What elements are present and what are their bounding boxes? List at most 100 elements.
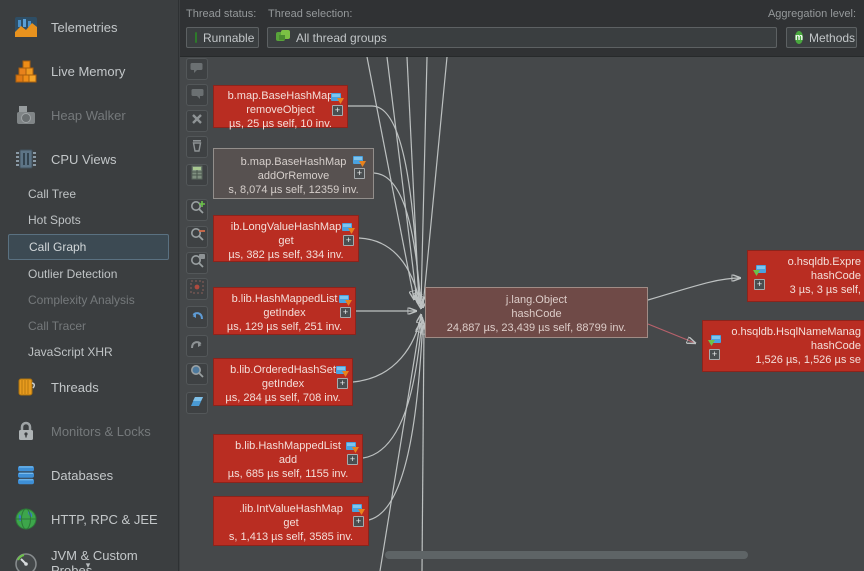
sidebar-item-label: Call Tree (28, 187, 76, 201)
sidebar-item-call-tree[interactable]: Call Tree (0, 181, 178, 207)
expand-callees-icon[interactable] (338, 293, 352, 305)
expand-plus-button[interactable]: + (354, 168, 365, 179)
aggregation-level-label: Aggregation level: (768, 8, 856, 20)
sidebar-item-databases[interactable]: Databases (0, 453, 178, 497)
threads-icon (13, 374, 39, 400)
expand-plus-button[interactable]: + (340, 307, 351, 318)
expand-plus-button[interactable]: + (709, 349, 720, 360)
sidebar-item-live-memory[interactable]: Live Memory (0, 49, 178, 93)
node-stats: µs, 685 µs self, 1155 inv. (214, 467, 362, 481)
sidebar-item-heap-walker: Heap Walker (0, 93, 178, 137)
graph-node-expression-hashcode[interactable]: o.hsqldb.Expre hashCode 3 µs, 3 µs self,… (747, 250, 864, 302)
sidebar-item-label: JVM & Custom Probes (51, 548, 178, 571)
node-class: b.lib.HashMappedList (214, 292, 355, 306)
node-class: b.map.BaseHashMap (214, 155, 373, 169)
sidebar-item-threads[interactable]: Threads (0, 365, 178, 409)
graph-node-object-hashcode[interactable]: j.lang.Object hashCode 24,887 µs, 23,439… (425, 287, 648, 338)
sidebar-item-javascript-xhr[interactable]: JavaScript XHR (0, 339, 178, 365)
cpu-views-icon (13, 146, 39, 172)
thread-status-select[interactable]: Runnable (186, 27, 259, 48)
sidebar-scroll-down-icon[interactable]: ▾ (78, 561, 98, 571)
expand-plus-button[interactable]: + (343, 235, 354, 246)
sidebar-item-label: Hot Spots (28, 213, 81, 227)
node-class: o.hsqldb.HsqlNameManag (703, 325, 864, 339)
sidebar: Telemetries Live Memory Heap Walker (0, 0, 179, 571)
thread-selection-select[interactable]: All thread groups (267, 27, 777, 48)
node-class: b.lib.HashMappedList (214, 439, 362, 453)
expand-plus-button[interactable]: + (754, 279, 765, 290)
live-memory-icon (13, 58, 39, 84)
globe-icon (13, 506, 39, 532)
expand-plus-button[interactable]: + (337, 378, 348, 389)
sidebar-item-label: CPU Views (51, 152, 117, 167)
expand-plus-button[interactable]: + (332, 105, 343, 116)
zoom-in-icon (189, 199, 206, 221)
expand-callees-icon[interactable] (352, 154, 366, 166)
thread-status-label: Thread status: (186, 8, 256, 20)
sidebar-item-complexity-analysis: Complexity Analysis (0, 287, 178, 313)
sidebar-item-monitors-locks: Monitors & Locks (0, 409, 178, 453)
crosshair-icon (189, 279, 205, 300)
expand-plus-button[interactable]: + (347, 454, 358, 465)
sidebar-item-cpu-views[interactable]: CPU Views (0, 137, 178, 181)
node-class: .lib.IntValueHashMap (214, 502, 368, 516)
graph-node-hashmappedlist-getindex[interactable]: b.lib.HashMappedList getIndex µs, 129 µs… (213, 287, 356, 335)
node-method: add (214, 453, 362, 467)
sidebar-item-hot-spots[interactable]: Hot Spots (0, 207, 178, 233)
sidebar-item-telemetries[interactable]: Telemetries (0, 5, 178, 49)
zoom-out-button[interactable] (186, 226, 208, 248)
sidebar-item-outlier-detection[interactable]: Outlier Detection (0, 261, 178, 287)
sidebar-item-call-graph[interactable]: Call Graph (8, 234, 169, 260)
node-method: addOrRemove (214, 169, 373, 183)
track-node-button[interactable] (186, 278, 208, 300)
node-stats: 24,887 µs, 23,439 µs self, 88799 inv. (426, 321, 647, 335)
sidebar-item-label: Heap Walker (51, 108, 126, 123)
show-call-tree-button[interactable] (186, 164, 208, 186)
heap-walker-icon (13, 102, 39, 128)
zoom-out-icon (189, 226, 206, 248)
expand-callees-icon[interactable] (351, 502, 365, 514)
node-stats: µs, 25 µs self, 10 inv. (214, 117, 347, 131)
graph-canvas: b.map.BaseHashMap removeObject µs, 25 µs… (212, 57, 864, 571)
databases-icon (13, 462, 39, 488)
sidebar-item-http-rpc-jee[interactable]: HTTP, RPC & JEE (0, 497, 178, 541)
expand-callees-icon[interactable] (335, 364, 349, 376)
graph-node-removeobject[interactable]: b.map.BaseHashMap removeObject µs, 25 µs… (213, 85, 348, 128)
redo-button[interactable] (186, 335, 208, 357)
graph-node-orderedhashset-getindex[interactable]: b.lib.OrderedHashSet getIndex µs, 284 µs… (213, 358, 353, 406)
graph-node-longvaluehashmap-get[interactable]: ib.LongValueHashMap get µs, 382 µs self,… (213, 215, 359, 262)
undo-button[interactable] (186, 306, 208, 328)
expand-callers-icon[interactable] (708, 333, 722, 345)
expand-callees-icon[interactable] (345, 440, 359, 452)
clear-graph-button[interactable] (186, 136, 208, 158)
aggregation-level-select[interactable]: m Methods (786, 27, 857, 48)
add-callers-button[interactable] (186, 58, 208, 80)
zoom-reset-button[interactable] (186, 252, 208, 274)
thread-status-value: Runnable (203, 31, 254, 45)
add-callees-button[interactable] (186, 84, 208, 106)
lock-icon (13, 418, 39, 444)
graph-node-intvaluehashmap-get[interactable]: .lib.IntValueHashMap get s, 1,413 µs sel… (213, 496, 369, 546)
graph-node-hashmappedlist-add[interactable]: b.lib.HashMappedList add µs, 685 µs self… (213, 434, 363, 483)
sidebar-item-call-tracer: Call Tracer (0, 313, 178, 339)
remove-node-button[interactable] (186, 110, 208, 132)
node-class: b.map.BaseHashMap (214, 89, 347, 103)
sidebar-item-label: Call Graph (29, 240, 86, 254)
expand-callees-icon[interactable] (330, 91, 344, 103)
graph-node-addorremove[interactable]: b.map.BaseHashMap addOrRemove s, 8,074 µ… (213, 148, 374, 199)
graph-node-hsqlnamemanager-hashcode[interactable]: o.hsqldb.HsqlNameManag hashCode 1,526 µs… (702, 320, 864, 372)
node-stats: 3 µs, 3 µs self, (748, 283, 864, 297)
find-button[interactable] (186, 363, 208, 385)
expand-callers-icon[interactable] (753, 263, 767, 275)
sidebar-item-label: HTTP, RPC & JEE (51, 512, 158, 527)
node-method: hashCode (426, 307, 647, 321)
horizontal-scrollbar-thumb[interactable] (385, 551, 748, 559)
graph-overview-button[interactable] (186, 392, 208, 414)
expand-plus-button[interactable]: + (353, 516, 364, 527)
sidebar-item-label: Monitors & Locks (51, 424, 151, 439)
add-callees-icon (189, 85, 205, 106)
zoom-in-button[interactable] (186, 199, 208, 221)
expand-callees-icon[interactable] (341, 221, 355, 233)
thread-selection-label: Thread selection: (268, 8, 352, 20)
node-class: b.lib.OrderedHashSet (214, 363, 352, 377)
